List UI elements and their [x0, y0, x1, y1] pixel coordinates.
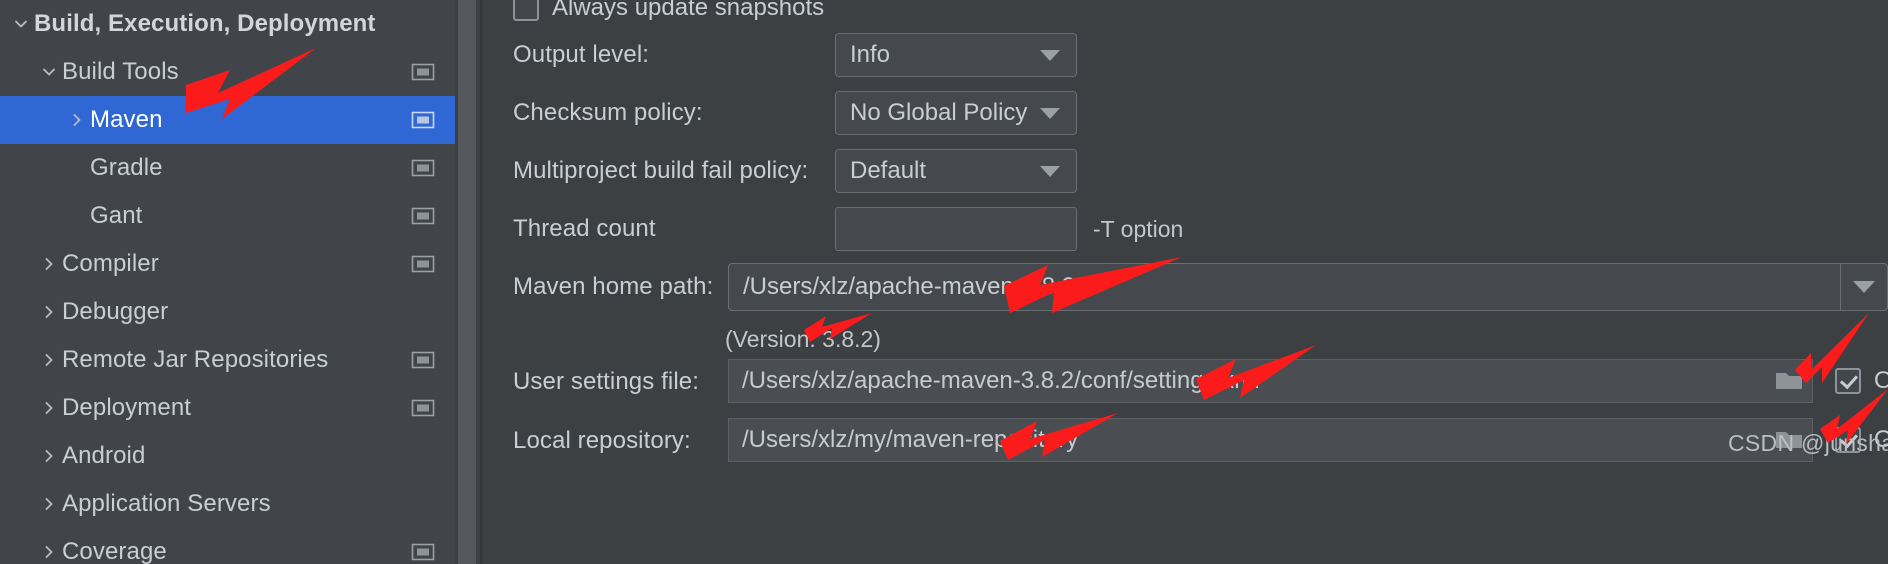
local-repository-input[interactable]: /Users/xlz/my/maven-repository [728, 418, 1813, 462]
sidebar-item-remote-jar-repositories[interactable]: Remote Jar Repositories [0, 336, 455, 384]
sidebar-item-label: Maven [90, 106, 163, 133]
maven-home-path-label-row: Maven home path: [513, 265, 713, 309]
sidebar-item-compiler[interactable]: Compiler [0, 240, 455, 288]
sidebar-item-deployment[interactable]: Deployment [0, 384, 455, 432]
maven-home-path-field[interactable]: /Users/xlz/apache-maven-3.8.2 [729, 264, 1840, 310]
chevron-down-icon [1853, 281, 1875, 293]
settings-dialog: Build, Execution, Deployment Build Tools M… [0, 0, 1888, 564]
user-settings-file-override-checkbox[interactable] [1835, 368, 1861, 394]
module-icon [411, 351, 435, 369]
watermark-text: CSDN @junshangshui [1728, 430, 1888, 456]
sidebar-item-debugger[interactable]: Debugger [0, 288, 455, 336]
maven-home-path-value: /Users/xlz/apache-maven-3.8.2 [743, 273, 1076, 300]
output-level-label: Output level: [513, 41, 650, 68]
checksum-policy-label: Checksum policy: [513, 99, 703, 126]
thread-count-label-row: Thread count [513, 207, 656, 251]
output-level-value: Info [850, 41, 891, 68]
chevron-down-icon [1040, 107, 1060, 119]
chevron-right-icon[interactable] [36, 495, 62, 513]
thread-count-hint: -T option [1093, 215, 1184, 242]
settings-sidebar[interactable]: Build, Execution, Deployment Build Tools M… [0, 0, 455, 564]
output-level-combobox[interactable]: Info [835, 33, 1077, 77]
maven-version-row: (Version: 3.8.2) [725, 317, 881, 361]
module-icon [411, 207, 435, 225]
maven-home-path-dropdown-button[interactable] [1840, 264, 1887, 310]
checksum-policy-value: No Global Policy [850, 99, 1028, 126]
sidebar-item-label: Debugger [62, 298, 169, 325]
sidebar-item-label: Gradle [90, 154, 163, 181]
sidebar-divider [455, 0, 485, 564]
maven-home-path-label: Maven home path: [513, 273, 714, 300]
maven-version-text: (Version: 3.8.2) [725, 325, 881, 352]
multiproject-policy-combobox[interactable]: Default [835, 149, 1077, 193]
chevron-right-icon[interactable] [36, 255, 62, 273]
sidebar-item-build-tools[interactable]: Build Tools [0, 48, 455, 96]
multiproject-policy-label-row: Multiproject build fail policy: [513, 149, 808, 193]
chevron-right-icon[interactable] [36, 447, 62, 465]
user-settings-file-value: /Users/xlz/apache-maven-3.8.2/conf/setti… [742, 367, 1260, 394]
local-repository-value: /Users/xlz/my/maven-repository [742, 426, 1079, 453]
chevron-down-icon[interactable] [8, 15, 34, 33]
sidebar-item-android[interactable]: Android [0, 432, 455, 480]
sidebar-item-label: Remote Jar Repositories [62, 346, 329, 373]
thread-count-input[interactable] [835, 207, 1077, 251]
chevron-down-icon [1040, 49, 1060, 61]
folder-icon [1776, 373, 1802, 389]
sidebar-item-label: Build Tools [62, 58, 179, 85]
always-update-snapshots-label: Always update snapshots [552, 0, 825, 21]
module-icon [411, 543, 435, 561]
maven-home-path-combobox[interactable]: /Users/xlz/apache-maven-3.8.2 [728, 263, 1888, 311]
sidebar-item-label: Build, Execution, Deployment [34, 10, 376, 37]
chevron-right-icon[interactable] [36, 399, 62, 417]
sidebar-item-gradle[interactable]: Gradle [0, 144, 455, 192]
user-settings-file-override-label: Over [1874, 367, 1888, 394]
sidebar-item-build-execution-deployment[interactable]: Build, Execution, Deployment [0, 0, 455, 48]
sidebar-item-label: Compiler [62, 250, 159, 277]
sidebar-item-application-servers[interactable]: Application Servers [0, 480, 455, 528]
module-icon [411, 111, 435, 129]
thread-count-label: Thread count [513, 215, 656, 242]
sidebar-item-label: Application Servers [62, 490, 271, 517]
sidebar-item-gant[interactable]: Gant [0, 192, 455, 240]
chevron-right-icon[interactable] [36, 543, 62, 561]
chevron-down-icon [1040, 165, 1060, 177]
local-repository-label: Local repository: [513, 427, 691, 454]
always-update-snapshots-row[interactable]: Always update snapshots [513, 0, 824, 30]
checksum-policy-label-row: Checksum policy: [513, 91, 703, 135]
sidebar-item-label: Android [62, 442, 146, 469]
sidebar-item-maven[interactable]: Maven [0, 96, 455, 144]
sidebar-item-label: Gant [90, 202, 143, 229]
sidebar-item-coverage[interactable]: Coverage [0, 528, 455, 564]
thread-count-hint-row: -T option [1093, 207, 1183, 251]
multiproject-policy-value: Default [850, 157, 927, 184]
module-icon [411, 159, 435, 177]
chevron-right-icon[interactable] [64, 111, 90, 129]
sidebar-item-label: Deployment [62, 394, 192, 421]
module-icon [411, 255, 435, 273]
user-settings-file-label-row: User settings file: [513, 360, 699, 404]
panel-edge-line [480, 0, 482, 564]
user-settings-file-browse-button[interactable] [1766, 370, 1812, 392]
sidebar-scrollbar[interactable] [458, 0, 476, 564]
chevron-right-icon[interactable] [36, 303, 62, 321]
user-settings-file-override-row[interactable]: Over [1835, 359, 1888, 403]
multiproject-policy-label: Multiproject build fail policy: [513, 157, 809, 184]
user-settings-file-input[interactable]: /Users/xlz/apache-maven-3.8.2/conf/setti… [728, 359, 1813, 403]
sidebar-item-label: Coverage [62, 538, 167, 564]
output-level-label-row: Output level: [513, 33, 649, 77]
user-settings-file-label: User settings file: [513, 368, 699, 395]
module-icon [411, 399, 435, 417]
checksum-policy-combobox[interactable]: No Global Policy [835, 91, 1077, 135]
chevron-right-icon[interactable] [36, 351, 62, 369]
module-icon [411, 63, 435, 81]
local-repository-label-row: Local repository: [513, 419, 691, 463]
chevron-down-icon[interactable] [36, 63, 62, 81]
always-update-snapshots-checkbox[interactable] [513, 0, 539, 21]
maven-settings-panel: Always update snapshots Output level: In… [485, 0, 1888, 564]
